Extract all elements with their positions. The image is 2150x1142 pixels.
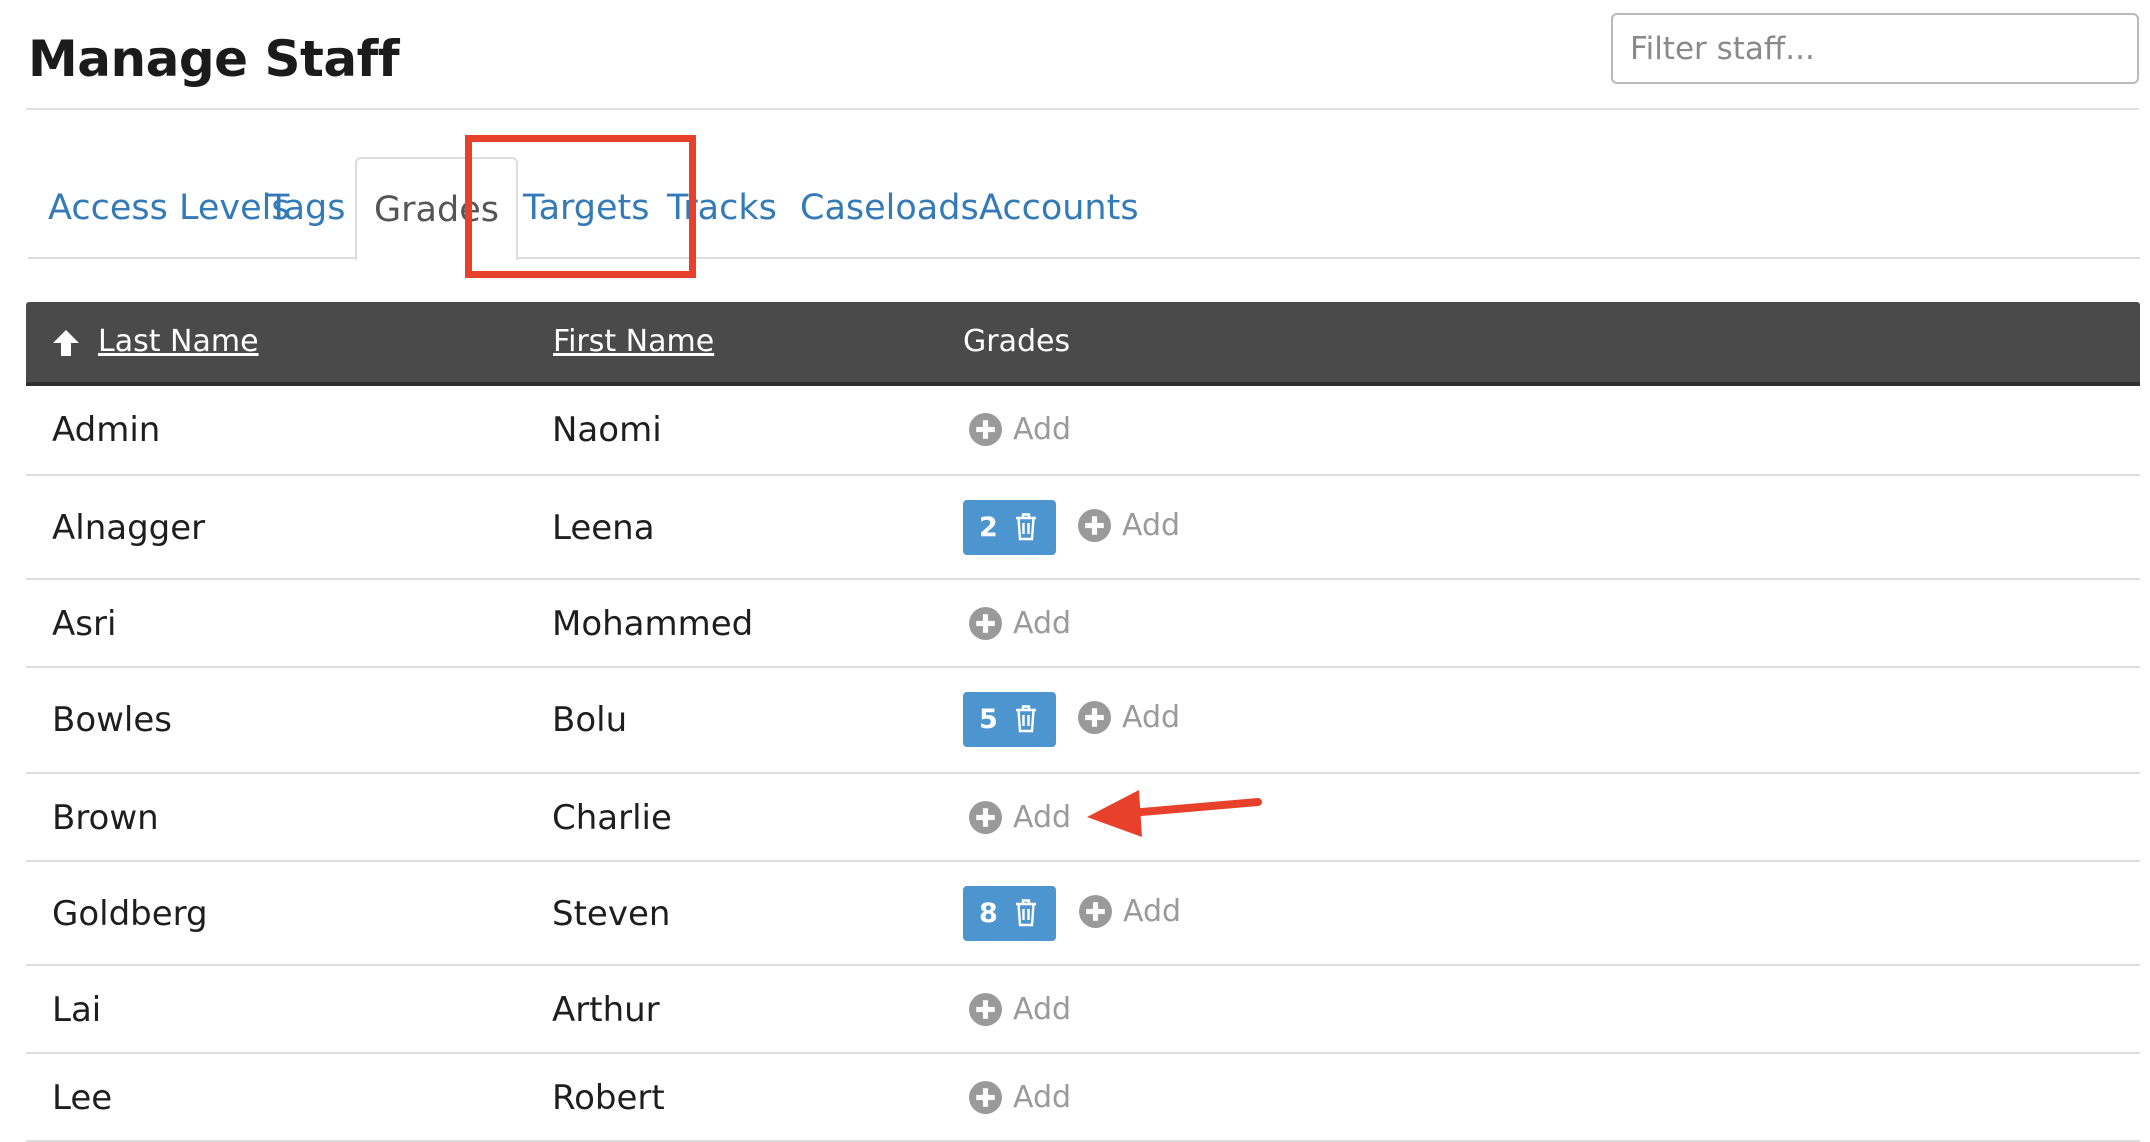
add-label: Add [1123,894,1182,929]
table-row: Lai Arthur Add [26,966,2140,1054]
add-label: Add [1013,412,1072,447]
table-row: Asri Mohammed Add [26,580,2140,668]
table-row: Brown Charlie Add [26,774,2140,862]
grade-value: 5 [979,704,998,735]
plus-circle-icon [969,1081,1002,1114]
page-header: Manage Staff [26,0,2139,110]
grade-value: 2 [979,512,998,543]
tab-grades[interactable]: Grades [355,157,518,261]
plus-circle-icon [969,993,1002,1026]
first-name-cell: Charlie [552,798,672,838]
trash-icon[interactable] [1015,705,1037,733]
last-name-cell: Goldberg [52,894,208,934]
page-title: Manage Staff [28,30,400,88]
last-name-cell: Asri [52,604,117,644]
table-row: Goldberg Steven 8 Add [26,862,2140,966]
last-name-cell: Admin [52,410,161,450]
add-label: Add [1013,800,1072,835]
first-name-cell: Arthur [552,990,660,1030]
tab-access-levels[interactable]: Access Levels [48,157,290,259]
table-row: Admin Naomi Add [26,386,2140,476]
last-name-cell: Alnagger [52,508,206,548]
plus-circle-icon [969,801,1002,834]
first-name-cell: Bolu [552,700,628,740]
tab-accounts[interactable]: Accounts [979,157,1139,259]
grade-badge[interactable]: 2 [963,500,1056,555]
tab-tags[interactable]: Tags [268,157,346,259]
staff-table: Last Name First Name Grades Admin Naomi … [26,302,2140,1142]
column-header-grades: Grades [963,324,1071,359]
last-name-cell: Lee [52,1078,113,1118]
column-header-first-name[interactable]: First Name [553,302,714,382]
first-name-cell: Mohammed [552,604,754,644]
plus-circle-icon [969,607,1002,640]
tab-caseloads[interactable]: Caseloads [800,157,979,259]
table-row: Lee Robert Add [26,1054,2140,1142]
add-label: Add [1013,992,1072,1027]
plus-circle-icon [1078,701,1111,734]
grade-badge[interactable]: 8 [963,886,1056,941]
first-name-cell: Steven [552,894,671,934]
trash-icon[interactable] [1015,513,1037,541]
add-label: Add [1122,508,1181,543]
filter-staff-input[interactable] [1611,13,2139,84]
plus-circle-icon [1079,895,1112,928]
arrow-up-icon[interactable] [51,328,81,358]
first-name-cell: Robert [552,1078,665,1118]
tab-tracks[interactable]: Tracks [667,157,777,259]
table-header: Last Name First Name Grades [26,302,2140,386]
tab-bar: Access Levels Tags Grades Targets Tracks… [28,157,2140,261]
first-name-cell: Leena [552,508,655,548]
table-row: Alnagger Leena 2 Add [26,476,2140,580]
last-name-cell: Lai [52,990,102,1030]
plus-circle-icon [969,413,1002,446]
trash-icon[interactable] [1015,899,1037,927]
grade-value: 8 [979,898,998,929]
last-name-cell: Brown [52,798,159,838]
add-label: Add [1013,606,1072,641]
first-name-cell: Naomi [552,410,662,450]
tab-targets[interactable]: Targets [523,157,650,259]
add-label: Add [1122,700,1181,735]
add-label: Add [1013,1080,1072,1115]
table-row: Bowles Bolu 5 Add [26,668,2140,774]
column-header-last-name[interactable]: Last Name [98,302,259,382]
last-name-cell: Bowles [52,700,173,740]
grade-badge[interactable]: 5 [963,692,1056,747]
plus-circle-icon [1078,509,1111,542]
